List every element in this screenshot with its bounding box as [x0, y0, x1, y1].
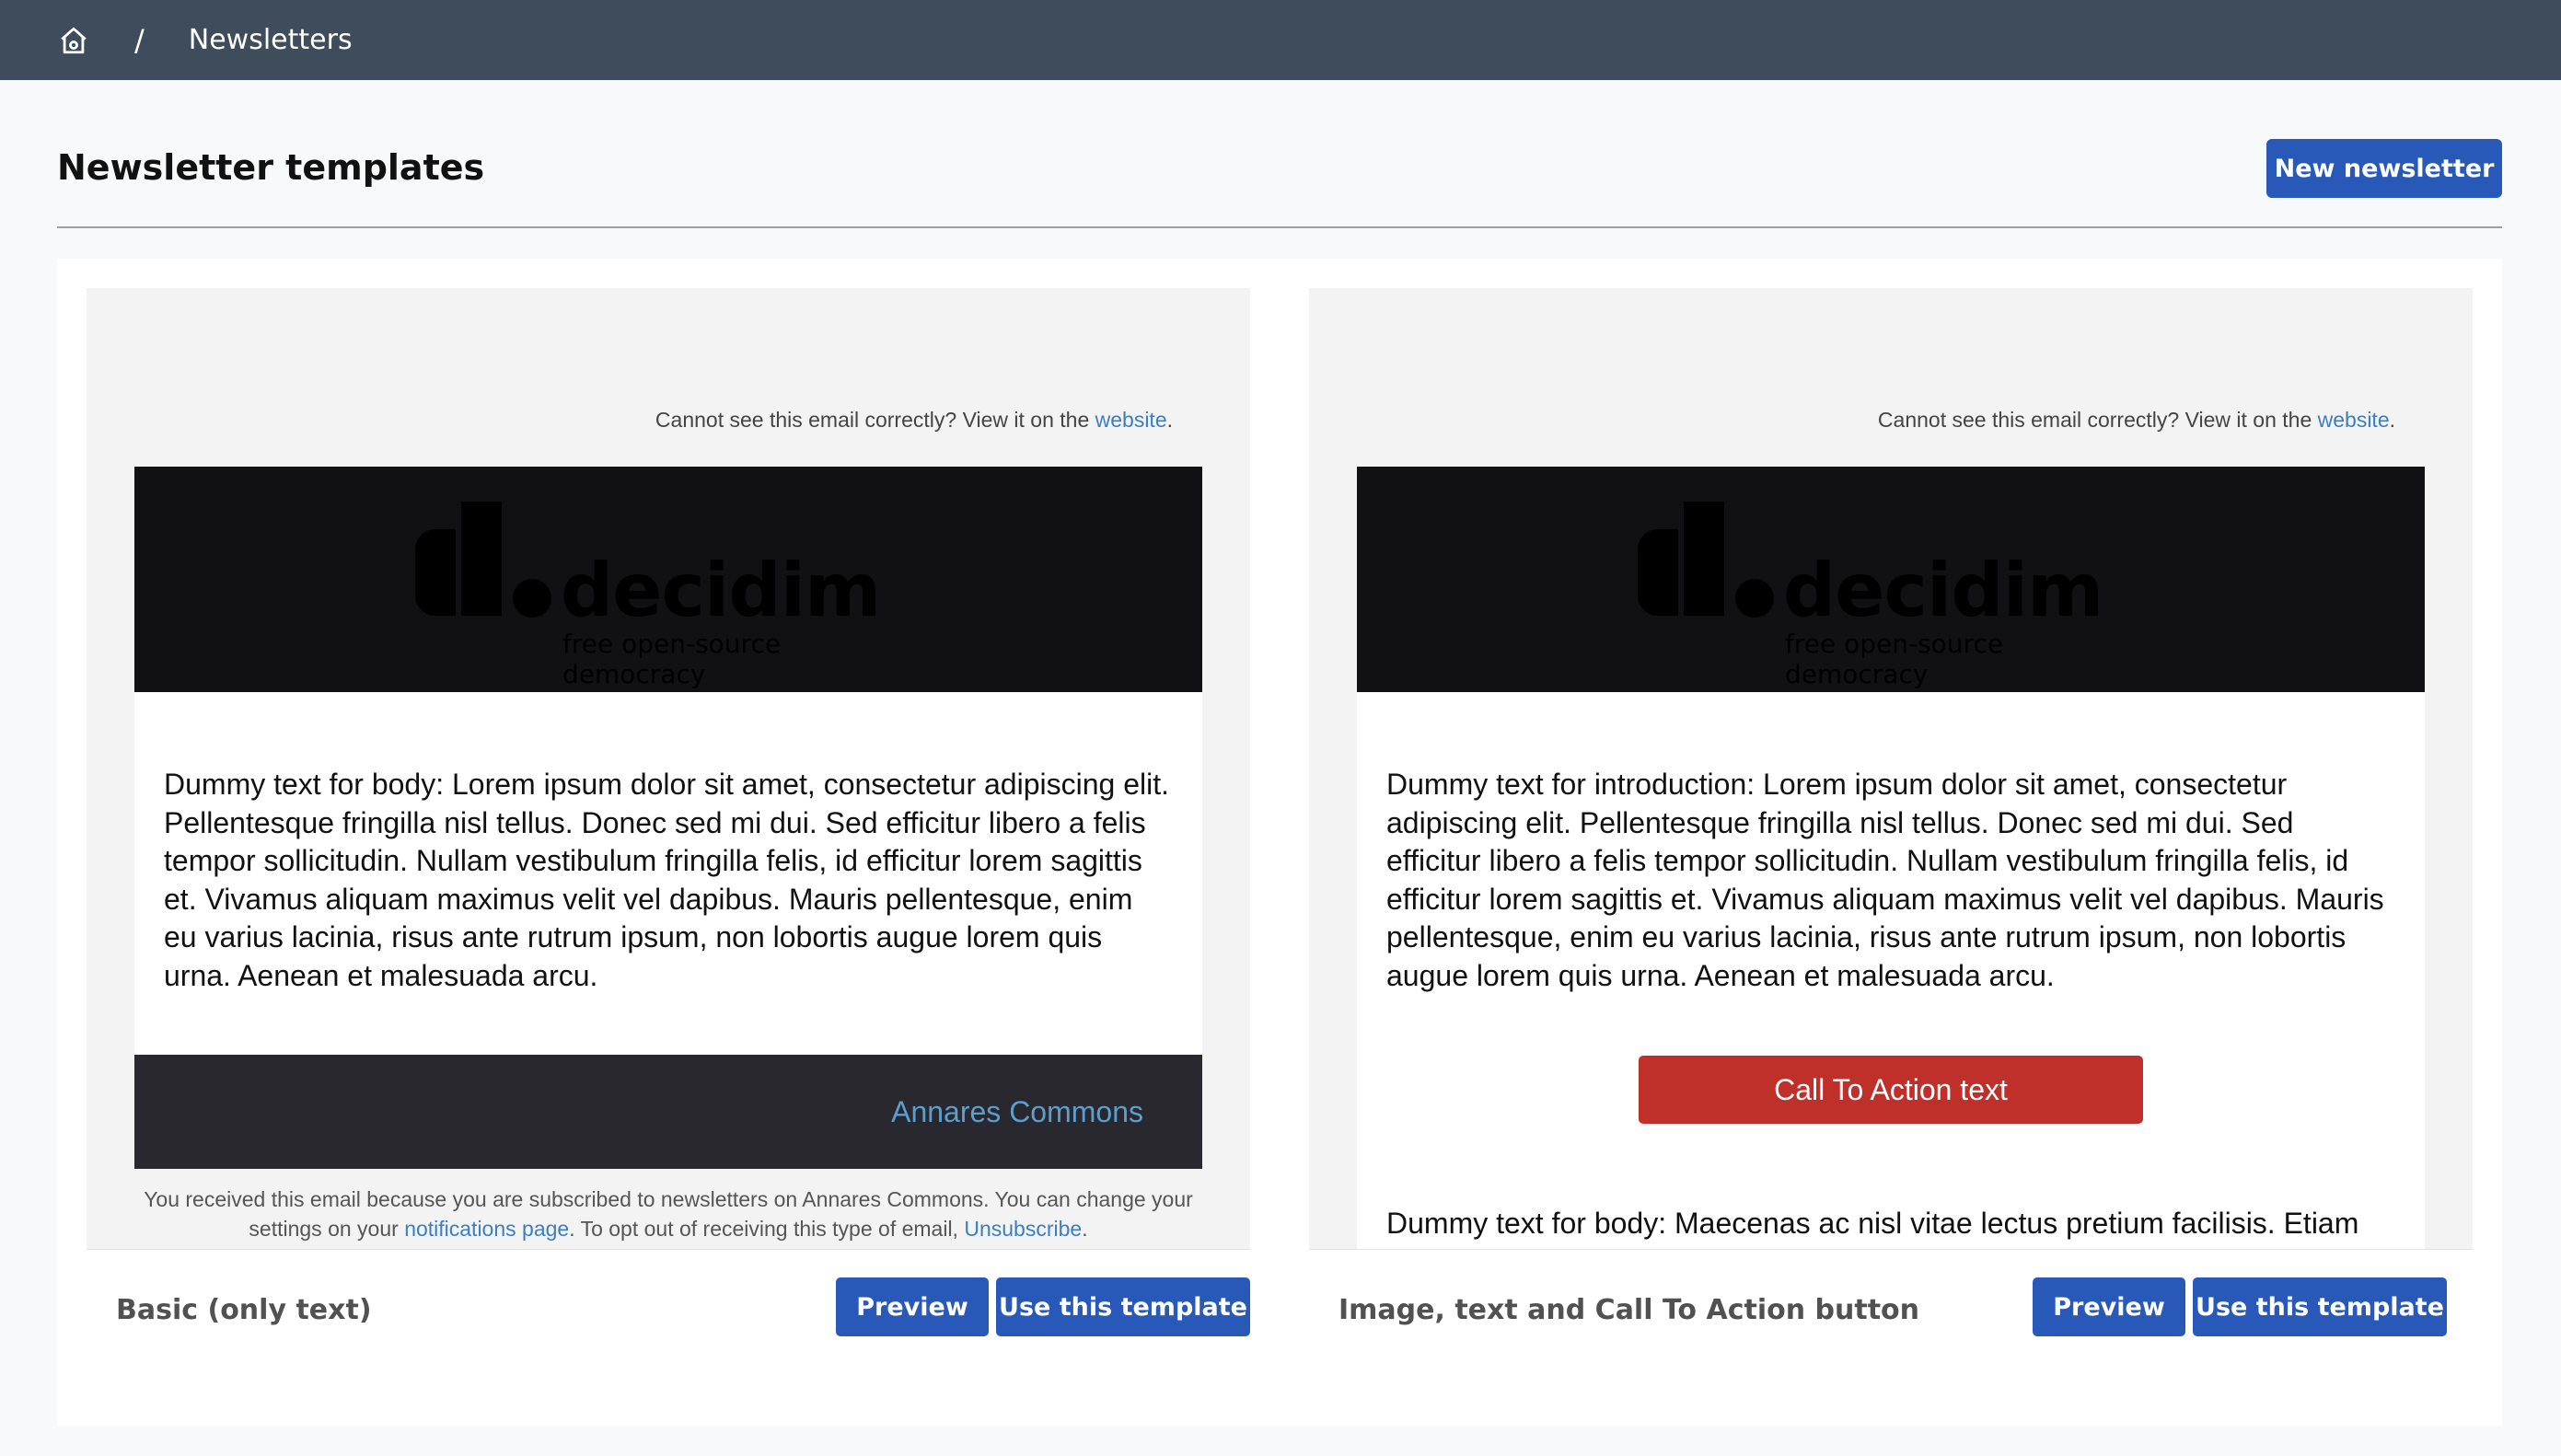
email-footer: Annares Commons — [134, 1055, 1202, 1169]
template-footer-basic: Basic (only text) Preview Use this templ… — [87, 1249, 1250, 1370]
use-template-button[interactable]: Use this template — [2193, 1277, 2447, 1336]
preview-button[interactable]: Preview — [2033, 1277, 2185, 1336]
templates-panel: Cannot see this email correctly? View it… — [57, 259, 2502, 1426]
breadcrumb-separator: / — [134, 22, 145, 58]
view-online-text: Cannot see this email correctly? View it… — [1877, 408, 2395, 432]
preview-button[interactable]: Preview — [836, 1277, 989, 1336]
logo-word: decidim — [1783, 547, 2103, 633]
email-body: Dummy text for introduction: Lorem ipsum… — [1357, 692, 2425, 1249]
email-preview: decidim free open-source democracy Dummy… — [1357, 467, 2425, 1249]
template-preview-basic: Cannot see this email correctly? View it… — [87, 288, 1250, 1249]
template-name: Basic (only text) — [116, 1294, 372, 1326]
email-preview: decidim free open-source democracy Dummy… — [134, 467, 1202, 1169]
body-text: Dummy text for body: Lorem ipsum dolor s… — [164, 768, 1169, 992]
top-bar: / Newsletters — [0, 0, 2561, 80]
website-link[interactable]: website — [2318, 408, 2390, 432]
use-template-button[interactable]: Use this template — [996, 1277, 1250, 1336]
logo-word: decidim — [561, 547, 881, 633]
decidim-logo: decidim free open-source democracy — [415, 501, 921, 689]
view-online-text: Cannot see this email correctly? View it… — [655, 408, 1173, 432]
email-header: decidim free open-source democracy — [134, 467, 1202, 692]
page-title: Newsletter templates — [57, 147, 485, 188]
new-newsletter-button[interactable]: New newsletter — [2266, 139, 2502, 198]
email-header: decidim free open-source democracy — [1357, 467, 2425, 692]
intro-text: Dummy text for introduction: Lorem ipsum… — [1386, 768, 2384, 992]
decidim-logo: decidim free open-source democracy — [1638, 501, 2144, 689]
template-name: Image, text and Call To Action button — [1338, 1294, 1919, 1326]
template-preview-cta: Cannot see this email correctly? View it… — [1309, 288, 2473, 1249]
logo-tagline: free open-source democracy — [562, 628, 782, 689]
notifications-page-link[interactable]: notifications page — [404, 1217, 569, 1241]
breadcrumb-current[interactable]: Newsletters — [189, 24, 353, 56]
organization-name: Annares Commons — [891, 1094, 1143, 1128]
unsubscribe-link[interactable]: Unsubscribe — [964, 1217, 1082, 1241]
email-body: Dummy text for body: Lorem ipsum dolor s… — [134, 692, 1202, 1055]
call-to-action-button[interactable]: Call To Action text — [1639, 1056, 2143, 1124]
body-text: Dummy text for body: Maecenas ac nisl vi… — [1386, 1207, 2387, 1249]
logo-tagline: free open-source democracy — [1785, 628, 2004, 689]
home-icon[interactable] — [57, 24, 90, 57]
template-footer-cta: Image, text and Call To Action button Pr… — [1309, 1249, 2473, 1370]
email-disclaimer: You received this email because you are … — [144, 1187, 1193, 1241]
website-link[interactable]: website — [1095, 408, 1167, 432]
title-divider — [57, 226, 2502, 228]
